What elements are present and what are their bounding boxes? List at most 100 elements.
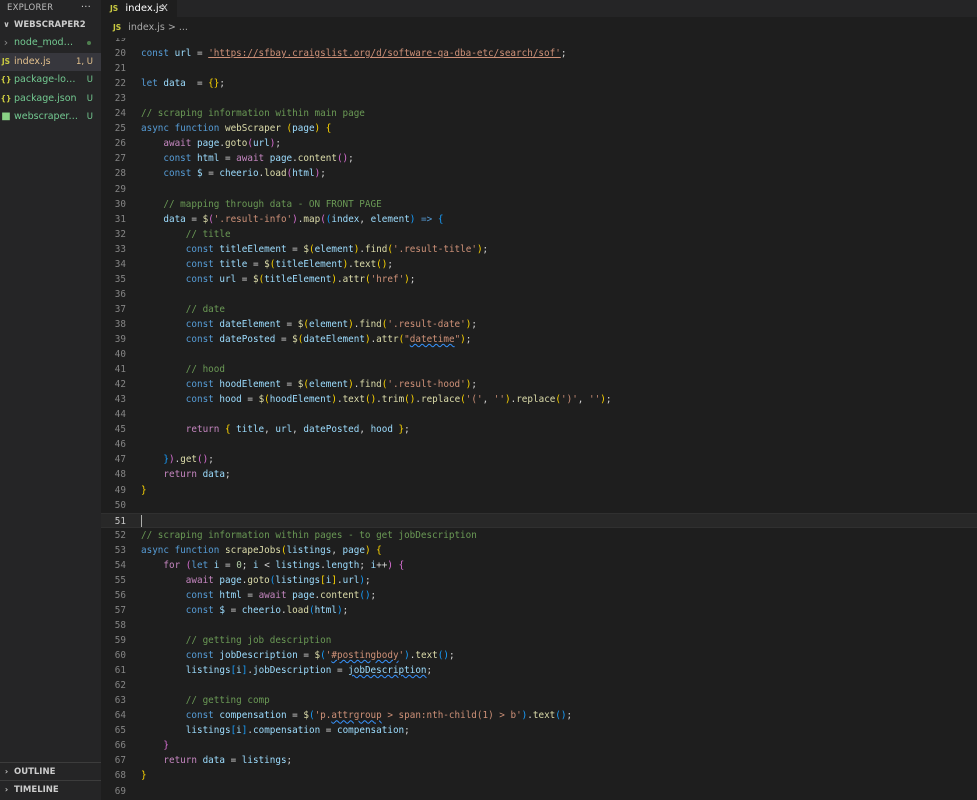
code-line[interactable]: 38 const dateElement = $(element).find('…: [101, 317, 977, 332]
code-line[interactable]: 29: [101, 182, 977, 197]
code-token: trim: [381, 394, 405, 406]
code-line[interactable]: 57 const $ = cheerio.load(html);: [101, 603, 977, 618]
file-item-webscraper-csv[interactable]: ■webscraper.csv U: [0, 108, 101, 127]
code-line[interactable]: 46: [101, 437, 977, 452]
code-line[interactable]: 27 const html = await page.content();: [101, 151, 977, 166]
file-item-package-json[interactable]: {} package.json U: [0, 90, 101, 109]
code-token: map: [303, 213, 321, 225]
code-line[interactable]: 22 let data = {};: [101, 76, 977, 91]
code-line[interactable]: 54 for (let i = 0; i < listings.length; …: [101, 558, 977, 573]
code-line[interactable]: 58: [101, 618, 977, 633]
code-line[interactable]: 39 const datePosted = $(dateElement).att…: [101, 332, 977, 347]
code-line[interactable]: 47 }).get();: [101, 452, 977, 467]
code-token: =: [241, 589, 259, 601]
code-line[interactable]: 45 return { title, url, datePosted, hood…: [101, 422, 977, 437]
code-line[interactable]: 61 listings[i].jobDescription = jobDescr…: [101, 663, 977, 678]
code-line[interactable]: 43 const hood = $(hoodElement).text().tr…: [101, 392, 977, 407]
more-actions-icon[interactable]: ···: [81, 0, 91, 16]
code-line[interactable]: 48 return data;: [101, 467, 977, 482]
code-token: html: [196, 153, 220, 165]
code-line[interactable]: 23: [101, 91, 977, 106]
code-line[interactable]: 49}: [101, 483, 977, 498]
code-token: {: [376, 544, 382, 556]
code-line[interactable]: 51: [101, 512, 977, 528]
line-number: 37: [114, 303, 126, 315]
code-text: const hoodElement = $(element).find('.re…: [141, 377, 477, 392]
code-line[interactable]: 68}: [101, 768, 977, 783]
code-line[interactable]: 50: [101, 498, 977, 513]
line-number: 62: [114, 680, 126, 692]
text-cursor: [141, 514, 142, 527]
outline-section-header[interactable]: › OUTLINE: [0, 762, 101, 780]
code-token: page: [292, 589, 315, 601]
code-token: compensation: [219, 710, 287, 722]
code-line[interactable]: 52 // scraping information within pages -…: [101, 528, 977, 543]
file-item-node-modules[interactable]: › node_modules: [0, 34, 101, 53]
code-line[interactable]: 69: [101, 784, 977, 799]
code-line[interactable]: 65 listings[i].compensation = compensati…: [101, 723, 977, 738]
code-line[interactable]: 41 // hood: [101, 362, 977, 377]
code-line[interactable]: 55 await page.goto(listings[i].url);: [101, 573, 977, 588]
code-token: =: [280, 318, 298, 330]
code-line[interactable]: 30 // mapping through data - ON FRONT PA…: [101, 197, 977, 212]
workspace-folder-header[interactable]: ∨ WEBSCRAPER2: [0, 16, 101, 34]
code-line[interactable]: 32 // title: [101, 227, 977, 242]
code-token: // getting comp: [185, 695, 270, 707]
line-number: 28: [114, 168, 126, 180]
code-token: (): [197, 454, 209, 466]
code-line[interactable]: 59 // getting job description: [101, 633, 977, 648]
breadcrumb-file[interactable]: index.js: [128, 22, 165, 33]
code-line[interactable]: 36: [101, 287, 977, 302]
code-line[interactable]: 35 const url = $(titleElement).attr('hre…: [101, 272, 977, 287]
code-token: text: [415, 650, 438, 662]
code-token: =: [219, 153, 237, 165]
file-item-package-lock-json[interactable]: {}package-lock.json U: [0, 71, 101, 90]
code-line[interactable]: 66 }: [101, 738, 977, 753]
code-line[interactable]: 20 const url = 'https://sfbay.craigslist.…: [101, 46, 977, 61]
code-token: =: [286, 243, 304, 255]
close-icon[interactable]: X: [161, 0, 168, 17]
code-line[interactable]: 40: [101, 347, 977, 362]
code-line[interactable]: 42 const hoodElement = $(element).find('…: [101, 377, 977, 392]
code-token: {: [325, 123, 332, 135]
breadcrumb-more[interactable]: > ...: [168, 22, 188, 33]
code-token: load: [286, 604, 309, 616]
code-line[interactable]: 53 async function scrapeJobs(listings, pa…: [101, 543, 977, 558]
timeline-section-header[interactable]: › TIMELINE: [0, 780, 101, 798]
code-line[interactable]: 25 async function webScraper (page) {: [101, 121, 977, 136]
code-line[interactable]: 37 // date: [101, 302, 977, 317]
code-line[interactable]: 19: [101, 38, 977, 46]
code-text: const hood = $(hoodElement).text().trim(…: [141, 392, 612, 407]
javascript-file-icon: JS: [113, 23, 122, 32]
code-text: const jobDescription = $('#postingbody')…: [141, 648, 455, 663]
code-line[interactable]: 24 // scraping information within main pa…: [101, 106, 977, 121]
code-line[interactable]: 28 const $ = cheerio.load(html);: [101, 166, 977, 181]
line-number: 48: [114, 469, 126, 481]
code-line[interactable]: 63 // getting comp: [101, 693, 977, 708]
line-number: 53: [114, 544, 126, 556]
code-line[interactable]: 62: [101, 678, 977, 693]
code-token: text: [353, 258, 377, 270]
code-line[interactable]: 31 data = $('.result-info').map((index, …: [101, 212, 977, 227]
file-item-index-js[interactable]: JS index.js 1, U: [0, 52, 101, 71]
code-line[interactable]: 33 const titleElement = $(element).find(…: [101, 242, 977, 257]
code-line[interactable]: 56 const html = await page.content();: [101, 588, 977, 603]
code-token: (): [555, 710, 567, 722]
code-token: // title: [185, 228, 231, 240]
code-text: // mapping through data - ON FRONT PAGE: [141, 197, 381, 212]
code-line[interactable]: 34 const title = $(titleElement).text();: [101, 257, 977, 272]
tab-index-js[interactable]: JS index.js X: [101, 0, 177, 17]
code-editor[interactable]: 19 20 const url = 'https://sfbay.craigslis…: [101, 38, 977, 800]
code-line[interactable]: 26 await page.goto(url);: [101, 136, 977, 151]
code-line[interactable]: 60 const jobDescription = $('#postingbod…: [101, 648, 977, 663]
code-line[interactable]: 44: [101, 407, 977, 422]
code-token: '(': [465, 394, 483, 406]
code-line[interactable]: 64 const compensation = $('p.attrgroup >…: [101, 708, 977, 723]
code-line[interactable]: 67 return data = listings;: [101, 753, 977, 768]
code-line[interactable]: 21: [101, 61, 977, 76]
code-token: html: [292, 168, 315, 180]
